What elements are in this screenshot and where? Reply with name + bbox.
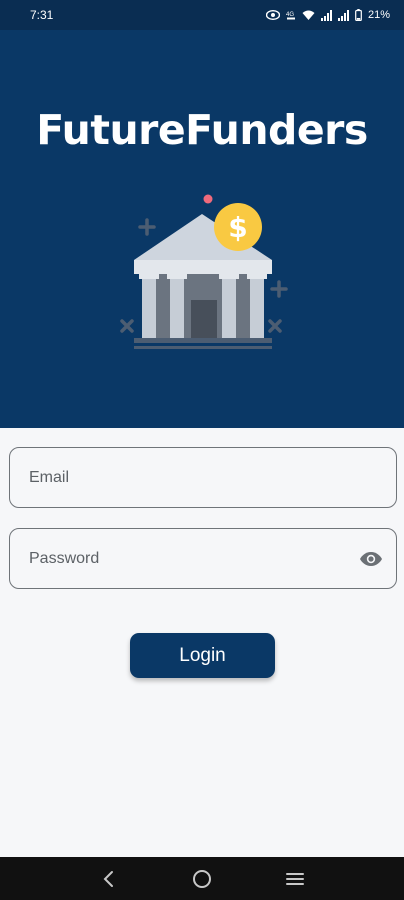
bank-column (222, 274, 236, 338)
eye-icon (265, 10, 280, 20)
signal-icon (337, 9, 349, 21)
bank-column (250, 274, 264, 338)
status-icons: 4G 21% (265, 9, 390, 21)
bank-roof-base (134, 260, 272, 274)
home-icon (192, 869, 211, 888)
back-icon (103, 870, 113, 887)
home-button[interactable] (190, 867, 214, 891)
bank-step (134, 346, 272, 349)
status-time: 7:31 (30, 8, 54, 22)
sparkle-plus (138, 218, 156, 236)
sparkle-plus (270, 280, 288, 298)
system-nav-bar (0, 857, 404, 900)
dollar-symbol: $ (228, 211, 247, 244)
volte-icon: 4G (286, 12, 295, 19)
sparkle-dot (203, 194, 213, 204)
bank-step (134, 338, 272, 343)
recents-button[interactable] (283, 867, 307, 891)
bank-column (142, 274, 156, 338)
email-field[interactable] (9, 447, 397, 508)
bank-icon: $ (120, 194, 288, 349)
password-field[interactable] (9, 528, 397, 589)
status-bar: 7:31 4G 21% (0, 0, 404, 30)
password-input[interactable] (29, 549, 377, 568)
eye-icon[interactable] (359, 547, 383, 571)
battery-icon (355, 9, 362, 21)
sparkle-x (120, 319, 134, 333)
app-title: FutureFunders (36, 106, 368, 154)
sparkle-x (268, 319, 282, 333)
login-button[interactable]: Login (130, 633, 275, 678)
signal-icon (320, 9, 332, 21)
svg-text:4G: 4G (286, 12, 294, 18)
menu-icon (286, 872, 305, 885)
bank-door (191, 300, 217, 338)
back-button[interactable] (97, 867, 121, 891)
bank-column (170, 274, 184, 338)
email-input[interactable] (29, 468, 377, 487)
wifi-icon (302, 10, 315, 20)
battery-percent: 21% (367, 9, 390, 21)
